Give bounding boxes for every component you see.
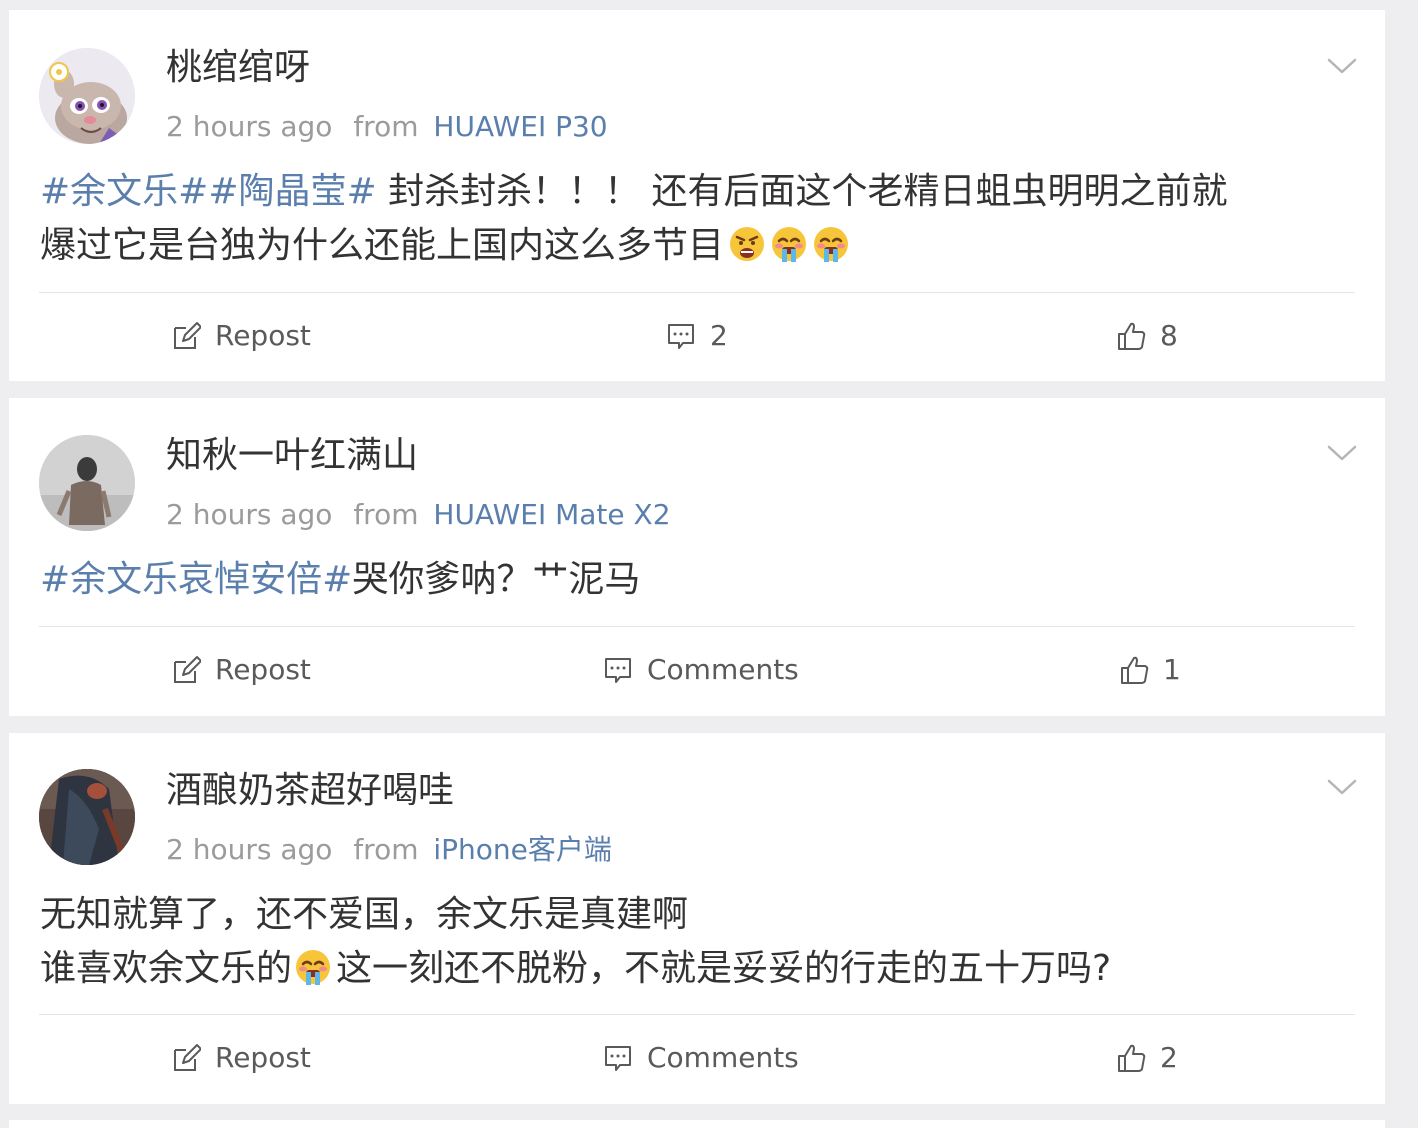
device-link[interactable]: iPhone客户端 xyxy=(433,833,612,866)
username[interactable]: 桃绾绾呀 xyxy=(166,46,310,90)
angry-shout-emoji xyxy=(728,225,766,263)
post-meta: 2 hours ago from HUAWEI Mate X2 xyxy=(166,497,671,533)
feed: 桃绾绾呀 2 hours ago from HUAWEI P30 #余文乐##陶… xyxy=(0,0,1418,1128)
repost-button[interactable]: Repost xyxy=(171,650,311,690)
avatar[interactable] xyxy=(39,48,135,144)
from-label: from xyxy=(353,833,419,866)
post-meta: 2 hours ago from iPhone客户端 xyxy=(166,832,612,868)
chevron-down-icon[interactable] xyxy=(1327,56,1357,76)
edit-icon xyxy=(174,1044,201,1071)
post-card: 桃绾绾呀 2 hours ago from HUAWEI P30 #余文乐##陶… xyxy=(9,10,1385,381)
body-text: 爆过它是台独为什么还能上国内这么多节目 xyxy=(40,225,725,266)
comment-icon xyxy=(605,1046,631,1071)
username[interactable]: 酒酿奶茶超好喝哇 xyxy=(166,769,454,813)
body-text: 哭你爹呐？艹泥马 xyxy=(352,559,641,600)
comments-label: Comments xyxy=(647,1041,799,1074)
topic-link[interactable]: #余文乐##陶晶莹# xyxy=(40,171,377,212)
post-card-partial xyxy=(9,1120,1385,1128)
repost-button[interactable]: Repost xyxy=(171,316,311,356)
body-line: 爆过它是台独为什么还能上国内这么多节目 xyxy=(40,219,1350,273)
post-body: #余文乐##陶晶莹# 封杀封杀！！！ 还有后面这个老精日蛆虫明明之前就 爆过它是… xyxy=(40,165,1350,273)
avatar-image xyxy=(39,435,135,531)
avatar[interactable] xyxy=(39,435,135,531)
body-line: #余文乐哀悼安倍#哭你爹呐？艹泥马 xyxy=(40,553,1350,607)
post-card: 酒酿奶茶超好喝哇 2 hours ago from iPhone客户端 无知就算… xyxy=(9,733,1385,1104)
comments-button[interactable]: Comments xyxy=(603,1038,799,1078)
repost-label: Repost xyxy=(215,1041,311,1074)
repost-label: Repost xyxy=(215,653,311,686)
repost-label: Repost xyxy=(215,319,311,352)
thumbs-up-icon xyxy=(1118,322,1146,350)
comment-icon xyxy=(668,324,694,349)
post-body: #余文乐哀悼安倍#哭你爹呐？艹泥马 xyxy=(40,553,1350,607)
likes-count: 8 xyxy=(1160,319,1178,352)
divider xyxy=(39,1014,1355,1015)
topic-link[interactable]: #余文乐哀悼安倍# xyxy=(40,559,352,600)
body-text: 封杀封杀！！！ 还有后面这个老精日蛆虫明明之前就 xyxy=(376,171,1228,212)
body-line: #余文乐##陶晶莹# 封杀封杀！！！ 还有后面这个老精日蛆虫明明之前就 xyxy=(40,165,1350,219)
crying-emoji xyxy=(770,225,808,263)
body-text: 谁喜欢余文乐的 xyxy=(40,948,293,989)
body-line: 谁喜欢余文乐的 这一刻还不脱粉，不就是妥妥的行走的五十万吗? xyxy=(40,942,1350,996)
comment-icon xyxy=(605,658,631,683)
avatar[interactable] xyxy=(39,769,135,865)
crying-emoji xyxy=(812,225,850,263)
chevron-down-icon[interactable] xyxy=(1327,443,1357,463)
likes-count: 2 xyxy=(1160,1041,1178,1074)
edit-icon xyxy=(174,656,201,683)
body-text: 这一刻还不脱粉，不就是妥妥的行走的五十万吗? xyxy=(336,948,1112,989)
comments-count: 2 xyxy=(710,319,728,352)
likes-count: 1 xyxy=(1163,653,1181,686)
post-meta: 2 hours ago from HUAWEI P30 xyxy=(166,109,608,145)
comments-label: Comments xyxy=(647,653,799,686)
body-line: 无知就算了，还不爱国，余文乐是真建啊 xyxy=(40,888,1350,942)
post-time: 2 hours ago xyxy=(166,110,333,143)
comments-button[interactable]: 2 xyxy=(666,316,728,356)
post-time: 2 hours ago xyxy=(166,833,333,866)
avatar-image xyxy=(39,769,135,865)
body-text: 无知就算了，还不爱国，余文乐是真建啊 xyxy=(40,894,689,935)
repost-button[interactable]: Repost xyxy=(171,1038,311,1078)
username[interactable]: 知秋一叶红满山 xyxy=(166,434,418,478)
thumbs-up-icon xyxy=(1118,1044,1146,1072)
chevron-down-icon[interactable] xyxy=(1327,777,1357,797)
post-card: 知秋一叶红满山 2 hours ago from HUAWEI Mate X2 … xyxy=(9,398,1385,716)
like-button[interactable]: 1 xyxy=(1119,650,1181,690)
device-link[interactable]: HUAWEI Mate X2 xyxy=(433,498,670,531)
from-label: from xyxy=(353,498,419,531)
like-button[interactable]: 2 xyxy=(1116,1038,1178,1078)
edit-icon xyxy=(174,322,201,349)
thumbs-up-icon xyxy=(1121,656,1149,684)
comments-button[interactable]: Comments xyxy=(603,650,799,690)
from-label: from xyxy=(353,110,419,143)
like-button[interactable]: 8 xyxy=(1116,316,1178,356)
divider xyxy=(39,626,1355,627)
divider xyxy=(39,292,1355,293)
post-time: 2 hours ago xyxy=(166,498,333,531)
crying-emoji xyxy=(294,948,332,986)
post-body: 无知就算了，还不爱国，余文乐是真建啊 谁喜欢余文乐的 这一刻还不脱粉，不就是妥妥的… xyxy=(40,888,1350,996)
avatar-image xyxy=(39,48,135,144)
device-link[interactable]: HUAWEI P30 xyxy=(433,110,607,143)
